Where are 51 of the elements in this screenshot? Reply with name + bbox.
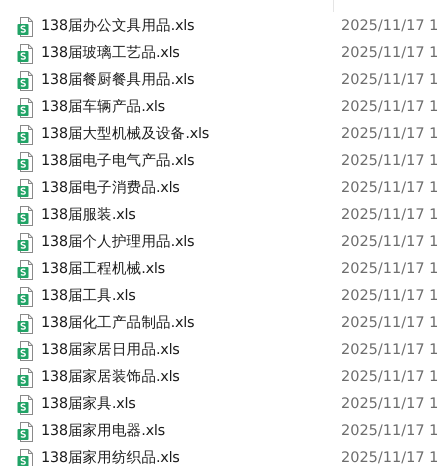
file-name[interactable]: 138届餐厨餐具用品.xls: [41, 70, 331, 92]
file-name[interactable]: 138届个人护理用品.xls: [41, 232, 331, 254]
modified-date: 2025/11/17 1: [341, 340, 438, 360]
modified-date: 2025/11/17 1: [341, 368, 438, 387]
spreadsheet-file-icon: [17, 394, 35, 414]
spreadsheet-file-icon: [17, 16, 35, 36]
file-name[interactable]: 138届电子电气产品.xls: [41, 150, 331, 172]
spreadsheet-file-icon: [17, 178, 35, 198]
file-name[interactable]: 138届车辆产品.xls: [41, 96, 331, 118]
modified-date: 2025/11/17 1: [341, 178, 438, 198]
modified-date: 2025/11/17 1: [341, 422, 438, 441]
file-name[interactable]: 138届办公文具用品.xls: [41, 16, 331, 38]
modified-date: 2025/11/17 1: [341, 16, 438, 36]
spreadsheet-file-icon: [17, 152, 35, 172]
modified-date: 2025/11/17 1: [341, 124, 438, 144]
spreadsheet-file-icon: [17, 340, 35, 360]
spreadsheet-file-icon: [17, 124, 35, 144]
modified-date: 2025/11/17 1: [341, 448, 438, 466]
modified-date: 2025/11/17 1: [341, 206, 438, 225]
modified-date: 2025/11/17 1: [341, 394, 438, 414]
modified-date: 2025/11/17 1: [341, 260, 438, 279]
file-name[interactable]: 138届家用电器.xls: [41, 420, 331, 442]
spreadsheet-file-icon: [17, 286, 35, 306]
modified-date: 2025/11/17 1: [341, 152, 438, 171]
spreadsheet-file-icon: [17, 314, 35, 334]
modified-date: 2025/11/17 1: [341, 232, 438, 252]
spreadsheet-file-icon: [17, 44, 35, 64]
file-name[interactable]: 138届大型机械及设备.xls: [41, 124, 331, 146]
file-name[interactable]: 138届服装.xls: [41, 204, 331, 226]
modified-date: 2025/11/17 1: [341, 98, 438, 117]
spreadsheet-file-icon: [17, 98, 35, 118]
file-name[interactable]: 138届化工产品制品.xls: [41, 312, 331, 334]
spreadsheet-file-icon: [17, 232, 35, 252]
spreadsheet-file-icon: [17, 206, 35, 226]
file-name[interactable]: 138届电子消费品.xls: [41, 178, 331, 200]
spreadsheet-file-icon: [17, 368, 35, 388]
file-name[interactable]: 138届工程机械.xls: [41, 258, 331, 280]
spreadsheet-file-icon: [17, 260, 35, 280]
spreadsheet-file-icon: [17, 448, 35, 466]
spreadsheet-file-icon: [17, 422, 35, 442]
modified-date: 2025/11/17 1: [341, 70, 438, 90]
file-name[interactable]: 138届玻璃工艺品.xls: [41, 42, 331, 64]
file-name[interactable]: 138届家居装饰品.xls: [41, 366, 331, 388]
modified-date: 2025/11/17 1: [341, 44, 438, 63]
modified-date: 2025/11/17 1: [341, 314, 438, 333]
spreadsheet-file-icon: [17, 70, 35, 90]
file-name[interactable]: 138届家居日用品.xls: [41, 340, 331, 362]
file-name[interactable]: 138届工具.xls: [41, 286, 331, 308]
file-name[interactable]: 138届家具.xls: [41, 394, 331, 416]
modified-date: 2025/11/17 1: [341, 286, 438, 306]
file-name[interactable]: 138届家用纺织品.xls: [41, 448, 331, 466]
